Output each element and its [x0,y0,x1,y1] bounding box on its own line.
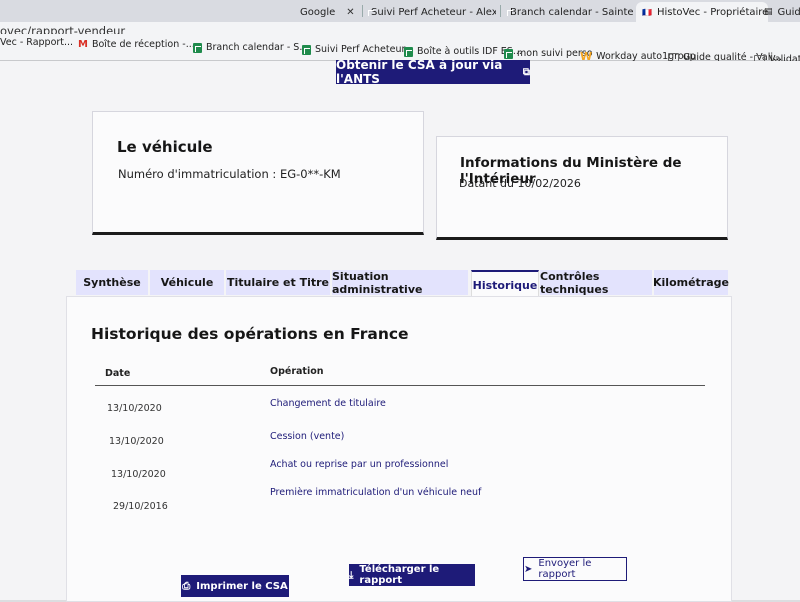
bookmark-item[interactable]: Suivi Perf Acheteur... [302,44,414,55]
ministry-date: Datant du 10/02/2026 [459,177,581,190]
download-report-button[interactable]: ⤓ Télécharger le rapport [349,564,475,586]
browser-tab-bar: Google ✕ Suivi Perf Acheteur - Alexis ✕ … [0,0,800,22]
bookmark-label: Boîte de réception -... [91,39,195,50]
bookmark-item[interactable]: M Boîte de réception -... [78,39,195,50]
browser-tab-google[interactable]: Google ✕ [300,2,360,22]
tab-synthese[interactable]: Synthèse [76,270,148,295]
table-divider [95,385,705,386]
bookmark-item[interactable]: Branch calendar - S... [193,42,308,53]
sheets-icon [193,42,202,53]
send-icon: ➤ [524,563,533,575]
tab-label: HistoVec - Propriétaire [656,6,768,18]
history-panel: Historique des opérations en France Date… [66,296,732,602]
tab-situation-administrative[interactable]: Situation administrative [332,270,468,296]
browser-tab-guide[interactable]: ▤ Guide q [764,2,800,22]
close-icon[interactable]: ✕ [346,7,354,18]
tab-vehicule[interactable]: Véhicule [150,270,224,295]
france-flag-icon: 🇫🇷 [642,7,652,17]
column-header-date: Date [105,368,131,379]
browser-tab-branch-calendar[interactable]: Branch calendar - Sainte-G ✕ [505,2,633,22]
tab-label: Suivi Perf Acheteur - Alexis [371,6,496,18]
row-operation: Achat ou reprise par un professionnel [270,459,449,470]
tab-titulaire[interactable]: Titulaire et Titre [226,270,330,295]
printer-icon: ⎙ [182,580,191,592]
gmail-icon: M [78,39,88,50]
vehicle-card-title: Le véhicule [117,138,213,156]
column-header-operation: Opération [270,366,324,377]
row-date: 29/10/2016 [113,501,168,512]
doc-icon: ▤ [764,7,773,17]
row-operation: Première immatriculation d'un véhicule n… [270,487,482,498]
bookmark-label: Vec - Rapport... [0,37,74,48]
bookmark-label: Suivi Perf Acheteur... [315,44,414,55]
tab-controles-techniques[interactable]: Contrôles techniques [540,270,652,296]
sheets-icon [404,46,413,57]
cta-label: Obtenir le CSA à jour via l'ANTS [336,58,503,86]
external-link-icon: ⧉ [522,66,530,78]
tab-separator [500,5,501,17]
tab-label: Branch calendar - Sainte-G [510,6,633,18]
page-content: Obtenir le CSA à jour via l'ANTS ⧉ Le vé… [0,58,800,602]
bookmark-item[interactable]: Vec - Rapport... [0,37,73,48]
obtain-csa-button[interactable]: Obtenir le CSA à jour via l'ANTS ⧉ [336,58,530,86]
tab-historique[interactable]: Historique [471,270,539,298]
tab-label: Guide q [777,6,800,18]
row-date: 13/10/2020 [109,436,164,447]
row-operation: Cession (vente) [270,431,345,442]
sheets-icon [504,48,513,59]
print-label: Imprimer le CSA [196,580,288,592]
bookmark-label: Branch calendar - S... [206,42,309,53]
history-title: Historique des opérations en France [91,325,409,343]
plate-number: Numéro d'immatriculation : EG-0**-KM [118,167,341,181]
ministry-card: Informations du Ministère de l'Intérieur… [436,136,728,240]
download-icon: ⤓ [349,569,354,581]
send-report-button[interactable]: ➤ Envoyer le rapport [523,557,627,581]
download-label: Télécharger le rapport [359,564,440,586]
browser-tab-suivi-perf[interactable]: Suivi Perf Acheteur - Alexis ✕ [366,2,496,22]
tab-label: Google [300,6,336,18]
sheets-icon [302,44,311,55]
bookmarks-bar: Vec - Rapport... M Boîte de réception -..… [0,34,800,65]
print-csa-button[interactable]: ⎙ Imprimer le CSA [181,575,289,597]
row-date: 13/10/2020 [107,403,162,414]
vehicle-card: Le véhicule Numéro d'immatriculation : E… [92,111,424,235]
tab-separator [362,5,363,17]
section-tabs: Synthèse Véhicule Titulaire et Titre Sit… [76,270,729,298]
tab-kilometrage[interactable]: Kilométrage [653,270,729,295]
row-operation: Changement de titulaire [270,398,386,409]
browser-tab-histovec[interactable]: 🇫🇷 HistoVec - Propriétaire ✕ [636,2,768,22]
row-date: 13/10/2020 [111,469,166,480]
send-label: Envoyer le rapport [538,558,592,580]
